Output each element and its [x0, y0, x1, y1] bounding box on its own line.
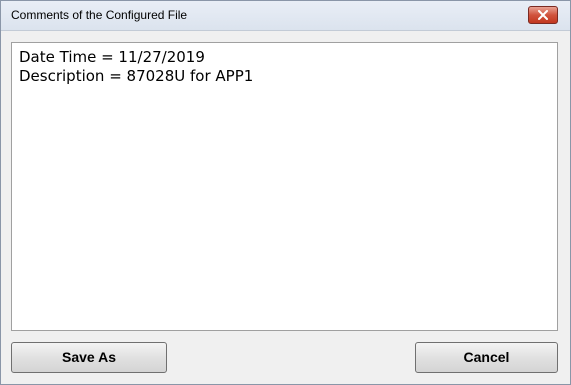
- window-title: Comments of the Configured File: [11, 8, 188, 22]
- title-bar[interactable]: Comments of the Configured File: [1, 1, 570, 31]
- cancel-button[interactable]: Cancel: [415, 342, 558, 373]
- comments-dialog: Comments of the Configured File Date Tim…: [0, 0, 571, 385]
- close-icon: [538, 10, 548, 20]
- save-as-button[interactable]: Save As: [11, 342, 167, 373]
- comment-line-description: Description = 87028U for APP1: [19, 67, 254, 85]
- dialog-body: Date Time = 11/27/2019 Description = 870…: [1, 31, 570, 384]
- comments-textarea[interactable]: Date Time = 11/27/2019 Description = 870…: [11, 42, 558, 331]
- comment-line-date-time: Date Time = 11/27/2019: [19, 48, 205, 66]
- close-button[interactable]: [528, 6, 558, 24]
